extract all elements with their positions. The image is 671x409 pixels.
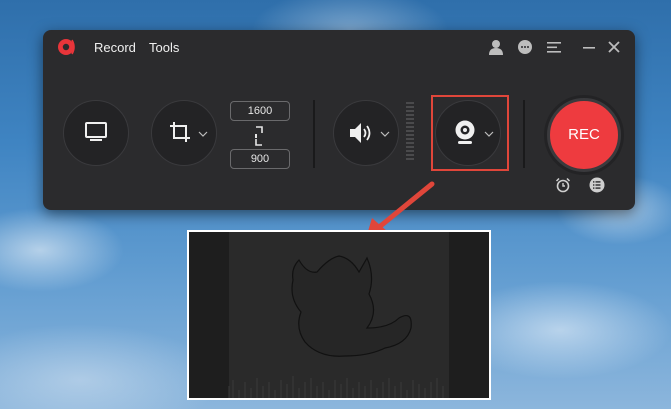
height-field[interactable]: 900: [230, 149, 290, 169]
close-icon[interactable]: [605, 38, 623, 56]
divider: [313, 100, 315, 168]
menu-record[interactable]: Record: [94, 40, 136, 55]
title-bar: Record Tools: [43, 30, 635, 64]
rec-button[interactable]: REC: [547, 98, 621, 172]
chat-icon[interactable]: [516, 38, 534, 56]
user-icon[interactable]: [487, 38, 505, 56]
fullscreen-button[interactable]: [63, 100, 129, 166]
speaker-icon: [350, 123, 371, 143]
custom-region-button[interactable]: [151, 100, 217, 166]
webcam-preview: [187, 230, 491, 400]
width-field[interactable]: 1600: [230, 101, 290, 121]
monitor-icon: [85, 122, 107, 141]
divider: [523, 100, 525, 168]
link-icon[interactable]: [251, 126, 267, 146]
cat-silhouette-icon: [228, 255, 444, 398]
minimize-icon[interactable]: [580, 38, 598, 56]
alarm-clock-icon[interactable]: [555, 177, 571, 193]
recorder-window: Record Tools 1600 900 REC: [43, 30, 635, 210]
menu-icon[interactable]: [545, 38, 563, 56]
app-logo-icon: [58, 39, 75, 55]
chevron-down-icon: [380, 131, 390, 137]
crop-icon: [170, 122, 190, 142]
chevron-down-icon: [198, 131, 208, 137]
webcam-highlight-box: [431, 95, 509, 171]
system-sound-button[interactable]: [333, 100, 399, 166]
volume-meter: [406, 102, 414, 160]
menu-tools[interactable]: Tools: [149, 40, 179, 55]
task-list-icon[interactable]: [589, 177, 605, 193]
